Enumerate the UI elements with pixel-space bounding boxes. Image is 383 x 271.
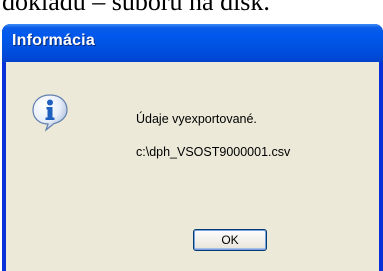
message-line-filepath: c:\dph_VSOST9000001.csv: [136, 145, 291, 159]
dialog-titlebar[interactable]: Informácia: [2, 24, 383, 62]
message-line-status: Údaje vyexportované.: [136, 112, 257, 126]
info-dialog: Informácia Údaje vyexportované. c:\dph_V…: [2, 24, 383, 271]
info-icon: [32, 94, 68, 132]
dialog-body: Údaje vyexportované. c:\dph_VSOST9000001…: [6, 62, 379, 271]
ok-button[interactable]: OK: [193, 229, 267, 251]
document-text-fragment: dokladu – súboru na disk.: [2, 0, 270, 16]
dialog-title: Informácia: [12, 32, 95, 49]
screenshot: dokladu – súboru na disk. Informácia Úda…: [0, 0, 383, 271]
